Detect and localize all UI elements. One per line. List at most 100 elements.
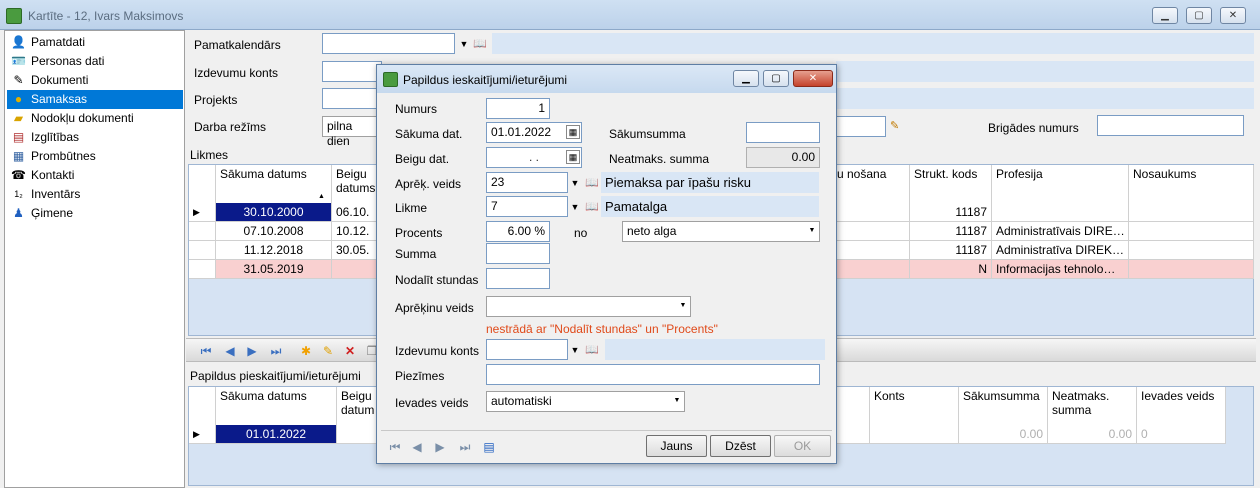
sidebar-item-pamatdati[interactable]: 👤 Pamatdati — [7, 33, 183, 52]
aprekinu-veids-select[interactable] — [486, 296, 691, 317]
chevron-down-icon[interactable]: ▼ — [678, 301, 688, 311]
izdevumu-konts-input[interactable] — [322, 61, 382, 82]
jauns-button[interactable]: Jauns — [646, 435, 707, 457]
nodalit-stundas-input[interactable] — [486, 268, 550, 289]
procents-input[interactable]: 6.00 % — [486, 221, 550, 242]
table-cell[interactable]: Administratīvais DIRE… — [992, 222, 1129, 241]
edit-record-icon[interactable]: ✎ — [320, 343, 336, 359]
table-cell[interactable] — [837, 260, 910, 279]
book-icon[interactable]: 📖 — [585, 177, 599, 189]
table-cell[interactable] — [837, 222, 910, 241]
table-cell[interactable]: 31.05.2019 — [216, 260, 332, 279]
column-header-blank[interactable] — [837, 387, 870, 425]
column-header-nosaukums[interactable]: Nosaukums — [1129, 165, 1254, 203]
next-record-icon[interactable]: ▶ — [432, 439, 448, 455]
delete-record-icon[interactable]: ✕ — [342, 343, 358, 359]
chevron-down-icon[interactable]: ▼ — [570, 345, 580, 355]
table-cell[interactable]: N — [910, 260, 992, 279]
darba-rezims-select[interactable]: pilna dien — [322, 116, 382, 148]
sidebar-item-nodoklu-dokumenti[interactable]: ▰ Nodokļu dokumenti — [7, 109, 183, 128]
dzest-button[interactable]: Dzēst — [710, 435, 771, 457]
ok-button[interactable]: OK — [774, 435, 831, 457]
last-record-icon[interactable]: ⏭ — [457, 439, 473, 455]
table-cell[interactable]: 0.00 — [1048, 425, 1137, 444]
minimize-button[interactable]: ▁ — [1152, 7, 1178, 24]
table-cell[interactable]: Administratīva DIREK… — [992, 241, 1129, 260]
izdevumu-konts-input[interactable] — [486, 339, 568, 360]
column-header-strukt-kods[interactable]: Strukt. kods — [910, 165, 992, 203]
next-record-icon[interactable]: ▶ — [244, 343, 260, 359]
table-cell[interactable]: 11187 — [910, 222, 992, 241]
close-button[interactable]: ✕ — [1220, 7, 1246, 24]
dialog-maximize-button[interactable]: ▢ — [763, 70, 789, 87]
brigades-numurs-input[interactable] — [1097, 115, 1244, 136]
column-header-konts[interactable]: Konts — [870, 387, 959, 425]
aprek-veids-input[interactable]: 23 — [486, 172, 568, 193]
summa-input[interactable] — [486, 243, 550, 264]
table-cell[interactable]: 11.12.2018 — [216, 241, 332, 260]
table-cell[interactable] — [1129, 203, 1254, 222]
chevron-down-icon[interactable]: ▼ — [672, 396, 682, 406]
table-cell[interactable] — [837, 241, 910, 260]
table-cell[interactable]: 11187 — [910, 241, 992, 260]
table-cell[interactable] — [837, 425, 870, 444]
sidebar-item-gimene[interactable]: ♟ Ģimene — [7, 204, 183, 223]
column-header-nosana[interactable]: u nošana — [837, 165, 910, 203]
column-header-neatmaks[interactable]: Neatmaks. summa — [1048, 387, 1137, 425]
table-cell[interactable]: 11187 — [910, 203, 992, 222]
table-cell[interactable] — [1129, 222, 1254, 241]
calendar-icon[interactable]: ▦ — [566, 125, 580, 139]
table-cell[interactable]: 0.00 — [959, 425, 1048, 444]
piezimes-input[interactable] — [486, 364, 820, 385]
column-header-sakuma[interactable]: Sākuma datums — [216, 387, 337, 425]
no-select[interactable]: neto alga — [622, 221, 820, 242]
new-record-icon[interactable]: ✱ — [298, 343, 314, 359]
first-record-icon[interactable]: ⏮ — [387, 439, 403, 455]
sidebar-item-dokumenti[interactable]: ✎ Dokumenti — [7, 71, 183, 90]
dialog-minimize-button[interactable]: ▁ — [733, 70, 759, 87]
numurs-input[interactable]: 1 — [486, 98, 550, 119]
table-cell[interactable]: 01.01.2022 — [216, 425, 337, 444]
table-cell[interactable] — [1129, 241, 1254, 260]
table-cell[interactable]: Informacijas tehnolo… — [992, 260, 1129, 279]
book-icon[interactable]: 📖 — [585, 344, 599, 356]
sidebar-item-izglitibas[interactable]: ▤ Izglītības — [7, 128, 183, 147]
likme-input[interactable]: 7 — [486, 196, 568, 217]
column-header-profesija[interactable]: Profesija — [992, 165, 1129, 203]
table-cell[interactable]: 07.10.2008 — [216, 222, 332, 241]
calendar-icon[interactable]: ▦ — [566, 150, 580, 164]
table-cell[interactable]: 0 — [1137, 425, 1226, 444]
maximize-button[interactable]: ▢ — [1186, 7, 1212, 24]
last-record-icon[interactable]: ⏭ — [268, 343, 284, 359]
document-list-icon[interactable]: ▤ — [481, 439, 497, 455]
table-cell[interactable]: 30.10.2000 — [216, 203, 332, 222]
sidebar-item-samaksas[interactable]: ● Samaksas — [7, 90, 183, 109]
book-icon[interactable]: 📖 — [473, 38, 487, 50]
pamatkalendars-input[interactable] — [322, 33, 455, 54]
table-cell[interactable] — [1129, 260, 1254, 279]
sidebar-item-personas-dati[interactable]: 🪪 Personas dati — [7, 52, 183, 71]
column-header-sakumsumma[interactable]: Sākumsumma — [959, 387, 1048, 425]
sidebar-item-prombutnes[interactable]: ▦ Prombūtnes — [7, 147, 183, 166]
table-cell[interactable] — [837, 203, 910, 222]
column-header-beigu[interactable]: Beigu datums — [332, 165, 382, 203]
table-cell[interactable]: 10.12. — [332, 222, 382, 241]
column-header-ievades[interactable]: Ievades veids — [1137, 387, 1226, 425]
table-cell[interactable]: 30.05. — [332, 241, 382, 260]
projekts-input[interactable] — [322, 88, 382, 109]
sakumsumma-input[interactable] — [746, 122, 820, 143]
chevron-down-icon[interactable]: ▼ — [570, 202, 580, 212]
dialog-close-button[interactable]: ✕ — [793, 70, 833, 87]
table-cell[interactable] — [332, 260, 382, 279]
first-record-icon[interactable]: ⏮ — [198, 343, 214, 359]
book-icon[interactable]: 📖 — [585, 201, 599, 213]
ievades-veids-select[interactable]: automatiski — [486, 391, 685, 412]
previous-record-icon[interactable]: ◀ — [409, 439, 425, 455]
chevron-down-icon[interactable]: ▼ — [570, 178, 580, 188]
column-header-sakuma[interactable]: Sākuma datums — [216, 165, 332, 203]
table-cell[interactable]: 06.10. — [332, 203, 382, 222]
table-cell[interactable] — [870, 425, 959, 444]
darba-rezims-extra-input[interactable] — [836, 116, 886, 137]
sidebar-item-inventars[interactable]: 1₂ Inventārs — [7, 185, 183, 204]
edit-icon[interactable]: ✎ — [890, 120, 904, 132]
